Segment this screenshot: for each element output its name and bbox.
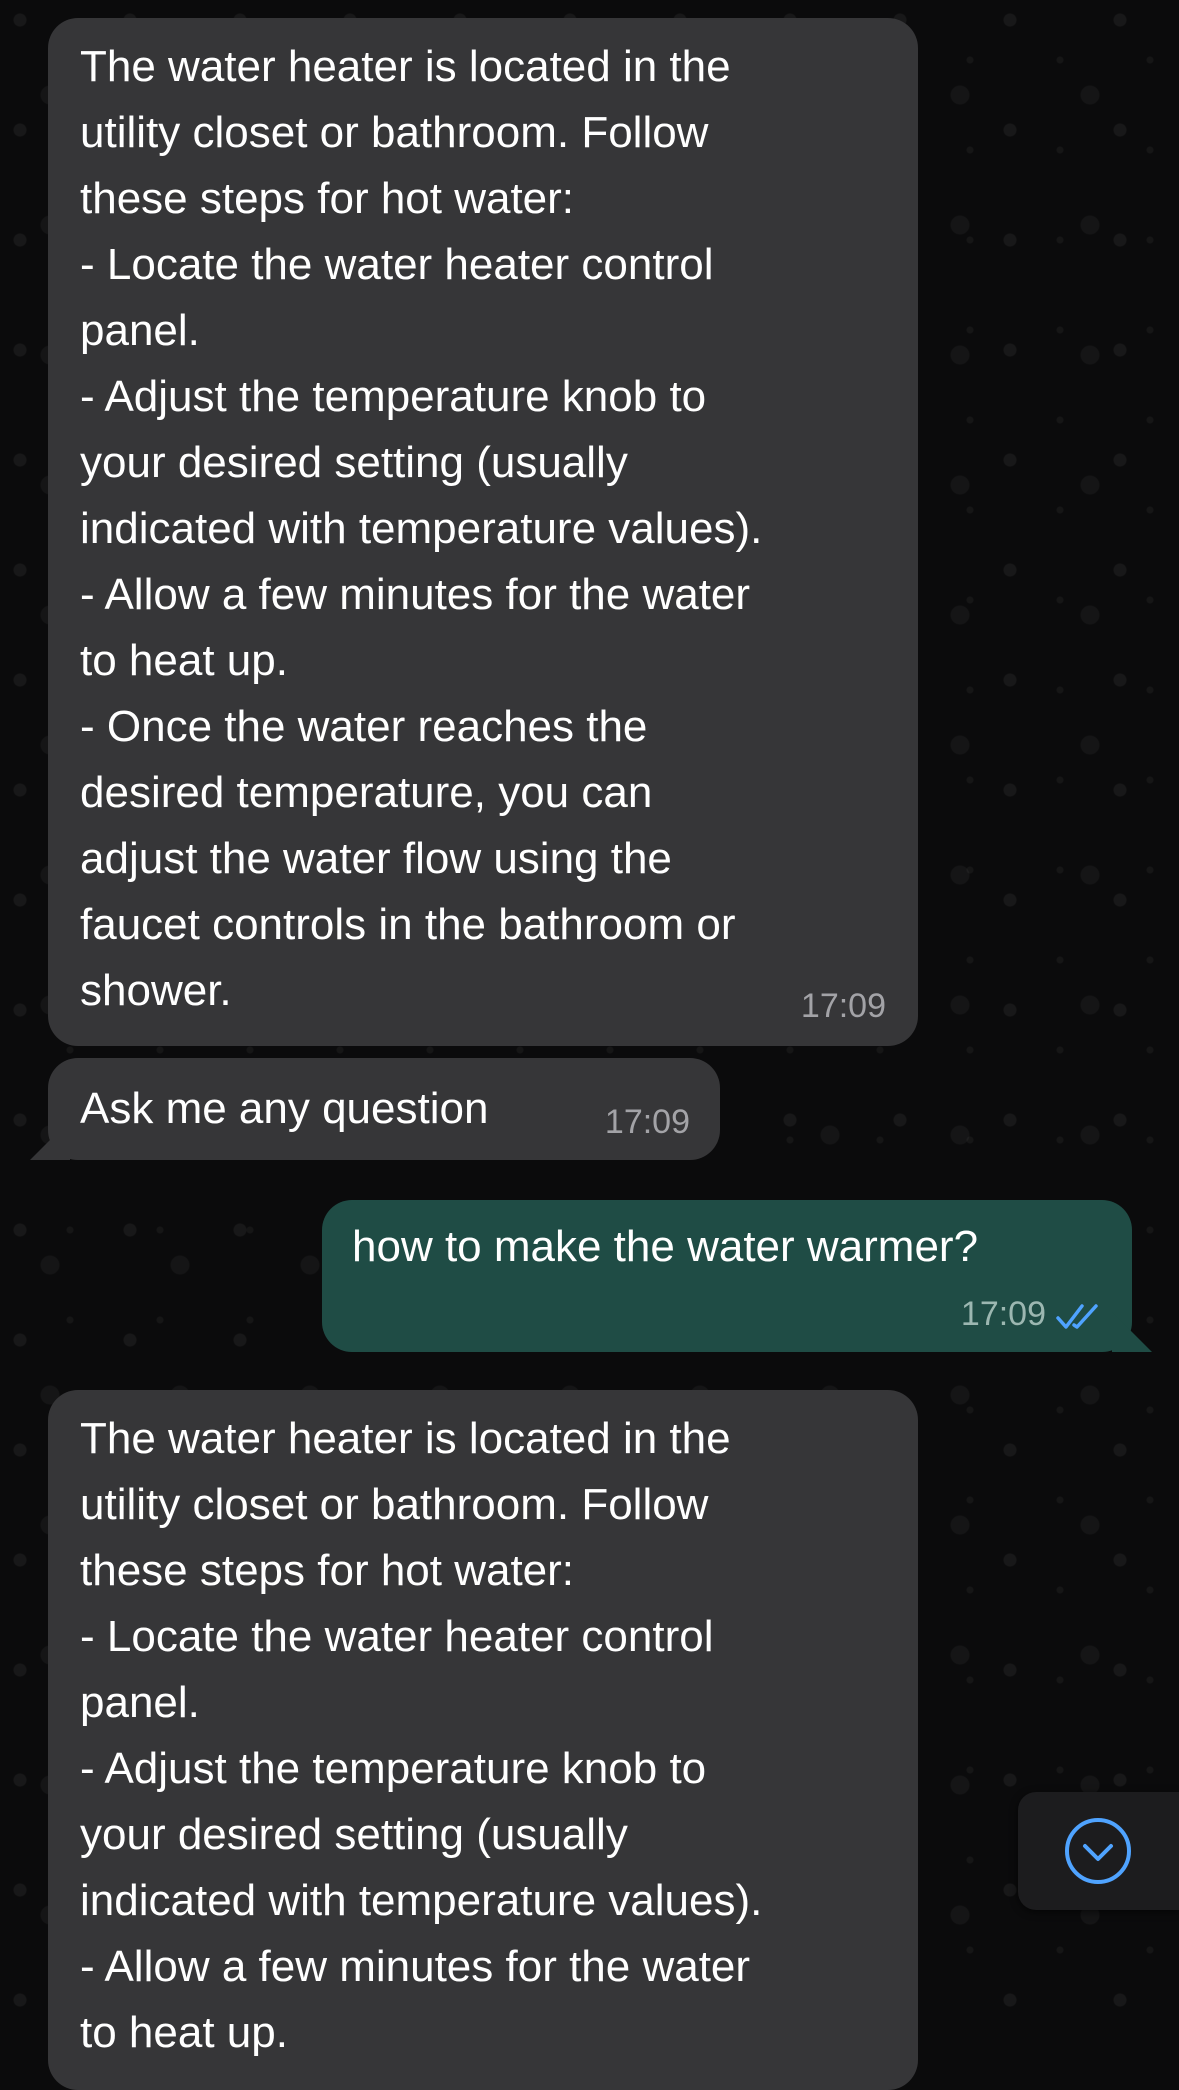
read-receipt-icon xyxy=(1056,1304,1098,1329)
message-text: The water heater is located in the utili… xyxy=(80,1414,763,2057)
chevron-down-circle-icon xyxy=(1065,1818,1131,1884)
message-bubble-outgoing[interactable]: how to make the water warmer? 17:09 xyxy=(322,1200,1152,1352)
message-text: The water heater is located in the utili… xyxy=(80,42,763,1015)
message-timestamp: 17:09 xyxy=(604,1103,690,1141)
message-bubble-incoming[interactable]: The water heater is located in the utili… xyxy=(48,18,918,1046)
message-text: how to make the water warmer? xyxy=(352,1222,979,1271)
message-text: Ask me any question xyxy=(80,1084,489,1133)
message-timestamp: 17:09 xyxy=(960,1295,1046,1333)
message-timestamp: 17:09 xyxy=(800,987,886,1025)
scroll-to-bottom-button[interactable] xyxy=(1018,1792,1179,1910)
message-bubble-incoming[interactable]: Ask me any question 17:09 xyxy=(30,1058,720,1160)
message-bubble-incoming[interactable]: The water heater is located in the utili… xyxy=(48,1390,918,2090)
